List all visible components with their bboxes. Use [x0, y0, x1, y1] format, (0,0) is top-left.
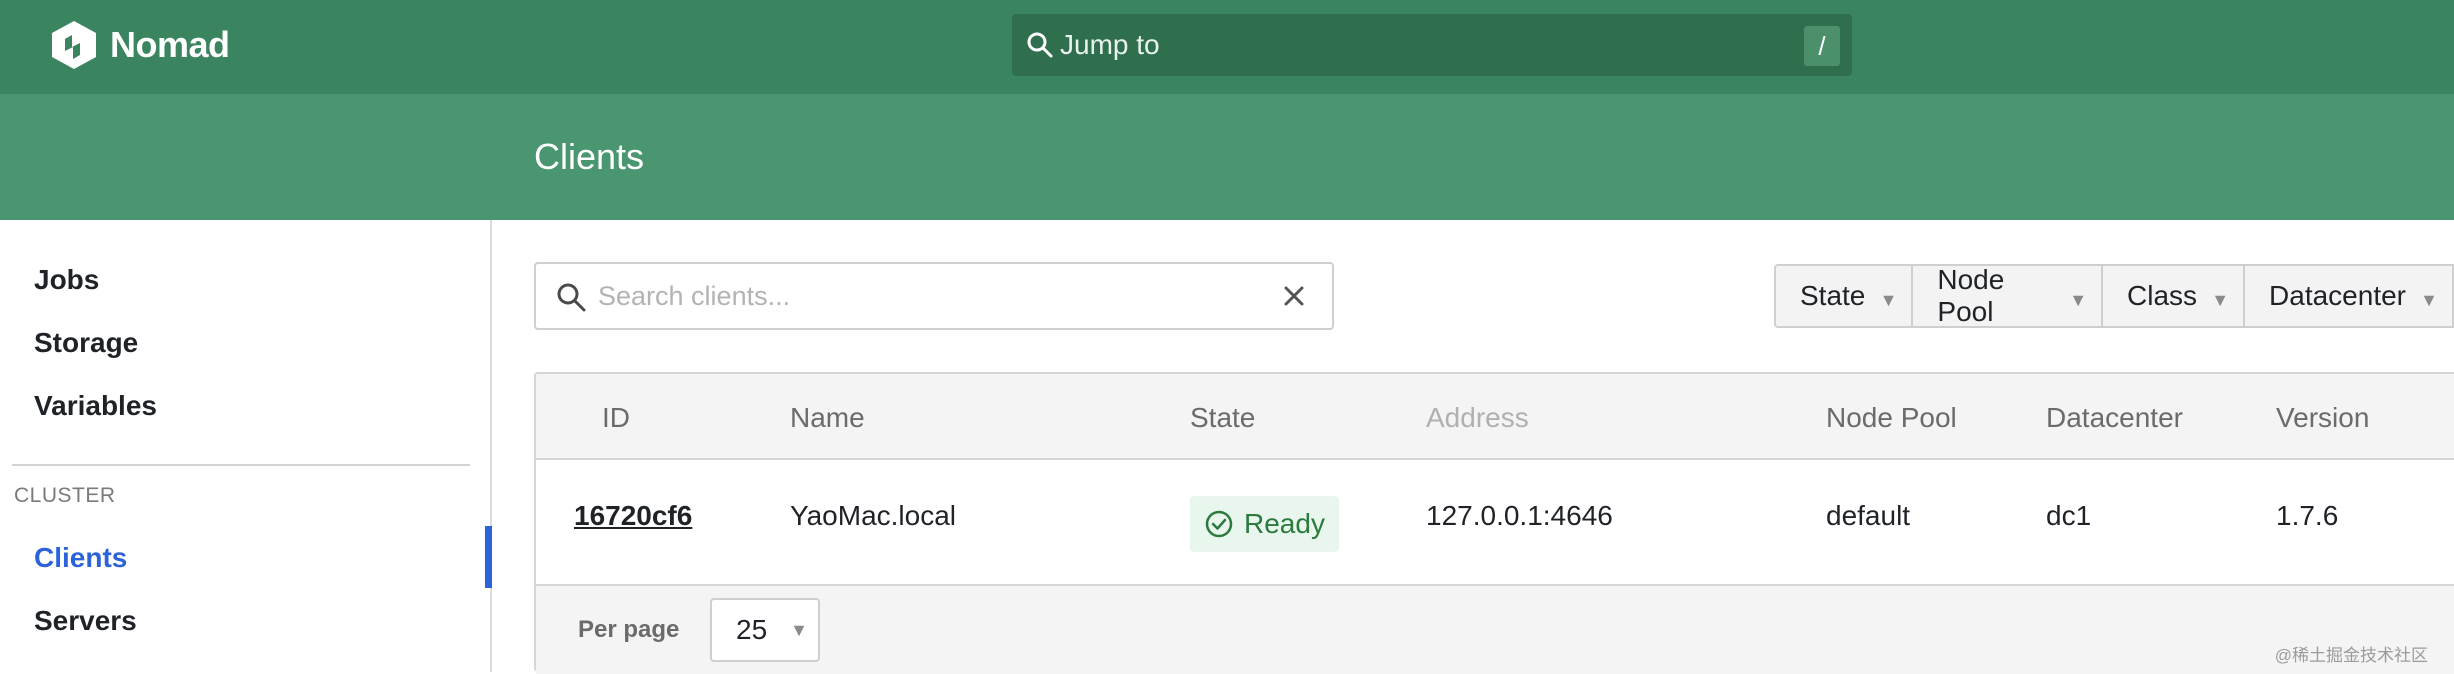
client-address: 127.0.0.1:4646	[1426, 500, 1613, 532]
filter-label: Node Pool	[1937, 264, 2055, 328]
filter-bar: State ▼ Node Pool ▼ Class ▼ Datacenter ▼	[1774, 264, 2454, 328]
chevron-down-icon: ▼	[1880, 290, 1898, 311]
sidebar-item-clients[interactable]: Clients	[34, 542, 127, 574]
table-header: ID Name State Address Node Pool Datacent…	[536, 374, 2454, 460]
search-icon	[1024, 29, 1056, 61]
search-clients-input[interactable]	[598, 274, 1238, 318]
column-header-datacenter[interactable]: Datacenter	[2046, 402, 2183, 434]
column-header-version[interactable]: Version	[2276, 402, 2369, 434]
per-page-label: Per page	[578, 616, 679, 644]
close-icon[interactable]	[1278, 280, 1310, 312]
clients-table: ID Name State Address Node Pool Datacent…	[534, 372, 2454, 672]
column-header-id[interactable]: ID	[602, 402, 630, 434]
page-header: Clients	[0, 94, 2454, 220]
sidebar-item-jobs[interactable]: Jobs	[34, 264, 99, 296]
chevron-down-icon: ▼	[2420, 290, 2438, 311]
jump-to-placeholder: Jump to	[1060, 29, 1160, 61]
brand-name: Nomad	[110, 24, 230, 66]
filter-datacenter[interactable]: Datacenter ▼	[2243, 264, 2454, 328]
watermark: @稀土掘金技术社区	[2275, 641, 2428, 666]
column-header-name[interactable]: Name	[790, 402, 865, 434]
check-circle-icon	[1204, 509, 1234, 539]
active-indicator	[485, 526, 492, 588]
column-header-state[interactable]: State	[1190, 402, 1255, 434]
keyboard-shortcut-hint: /	[1804, 26, 1840, 66]
chevron-down-icon: ▼	[2211, 290, 2229, 311]
column-header-address: Address	[1426, 402, 1529, 434]
top-navigation-bar: Nomad Jump to /	[0, 0, 2454, 94]
status-badge: Ready	[1190, 496, 1339, 552]
client-name: YaoMac.local	[790, 500, 956, 532]
client-search	[534, 262, 1334, 330]
column-header-node-pool[interactable]: Node Pool	[1826, 402, 1957, 434]
chevron-down-icon: ▼	[2069, 290, 2087, 311]
table-footer: Per page 25 ▼	[536, 586, 2454, 674]
client-version: 1.7.6	[2276, 500, 2338, 532]
per-page-select[interactable]: 25 ▼	[710, 598, 820, 662]
chevron-down-icon: ▼	[790, 600, 808, 660]
status-text: Ready	[1244, 508, 1325, 540]
client-datacenter: dc1	[2046, 500, 2091, 532]
client-id-link[interactable]: 16720cf6	[574, 500, 692, 532]
filter-class[interactable]: Class ▼	[2101, 264, 2245, 328]
client-node-pool: default	[1826, 500, 1910, 532]
brand[interactable]: Nomad	[50, 20, 230, 70]
nomad-logo-icon	[50, 19, 98, 71]
sidebar-item-variables[interactable]: Variables	[34, 390, 157, 422]
sidebar-item-servers[interactable]: Servers	[34, 605, 137, 637]
jump-to-search[interactable]: Jump to /	[1012, 14, 1852, 76]
sidebar-divider	[12, 464, 470, 466]
search-icon	[554, 280, 588, 314]
filter-state[interactable]: State ▼	[1774, 264, 1913, 328]
filter-label: Class	[2127, 280, 2197, 312]
sidebar-section-cluster: CLUSTER	[14, 484, 116, 508]
sidebar-item-storage[interactable]: Storage	[34, 327, 138, 359]
page-title: Clients	[534, 136, 644, 178]
filter-node-pool[interactable]: Node Pool ▼	[1911, 264, 2103, 328]
per-page-value: 25	[736, 614, 767, 645]
filter-label: State	[1800, 280, 1865, 312]
table-row[interactable]: 16720cf6 YaoMac.local Ready 127.0.0.1:46…	[536, 460, 2454, 586]
sidebar: Jobs Storage Variables CLUSTER Clients S…	[0, 220, 492, 672]
filter-label: Datacenter	[2269, 280, 2406, 312]
